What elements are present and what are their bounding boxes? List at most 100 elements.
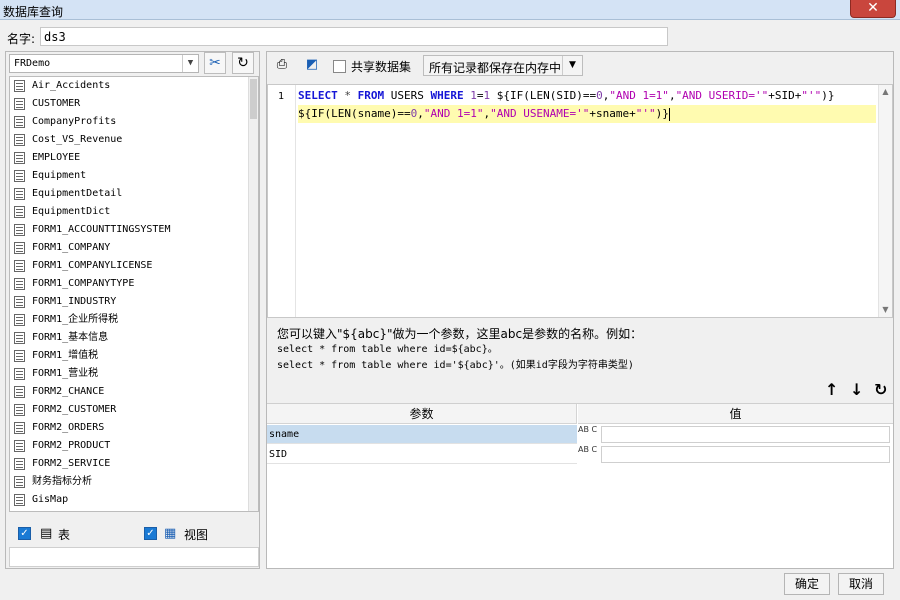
table-icon: [14, 386, 25, 398]
table-icon: [14, 458, 25, 470]
table-list-item[interactable]: GisMap: [10, 491, 258, 509]
table-icon: [14, 368, 25, 380]
table-list-item[interactable]: EquipmentDetail: [10, 185, 258, 203]
sql-line-1[interactable]: SELECT * FROM USERS WHERE 1=1 ${IF(LEN(S…: [298, 87, 876, 105]
table-icon: [14, 422, 25, 434]
window-title: 数据库查询: [3, 5, 64, 19]
chevron-down-icon[interactable]: ▼: [562, 56, 582, 75]
param-name: SID: [267, 445, 577, 464]
table-search-input[interactable]: [9, 547, 259, 567]
view-icon: ▦: [164, 526, 177, 541]
table-name: EquipmentDict: [32, 206, 111, 217]
param-row[interactable]: sname AB C: [267, 425, 893, 444]
table-list-item[interactable]: FORM2_ORDERS: [10, 419, 258, 437]
table-list-item[interactable]: EquipmentDict: [10, 203, 258, 221]
right-panel: ⎙ ◩ 共享数据集 所有记录都保存在内存中 ▼ 1 SELECT * FROM …: [266, 51, 894, 569]
param-value-input[interactable]: [601, 446, 890, 463]
query-toolbar: ⎙ ◩ 共享数据集 所有记录都保存在内存中 ▼: [267, 52, 893, 80]
table-icon: [14, 206, 25, 218]
table-list-scrollbar[interactable]: [248, 77, 258, 511]
hint-line-1: 您可以键入"${abc}"做为一个参数，这里abc是参数的名称。例如：: [277, 327, 643, 341]
preview-icon[interactable]: ⎙: [271, 55, 293, 77]
table-name: FORM2_SERVICE: [32, 458, 111, 469]
table-list-item[interactable]: FORM2_PRODUCT: [10, 437, 258, 455]
param-row[interactable]: SID AB C: [267, 445, 893, 464]
table-icon: [14, 152, 25, 164]
table-list: Air_Accidents CUSTOMER CompanyProfits Cost_…: [9, 76, 259, 512]
memory-mode-select[interactable]: 所有记录都保存在内存中 ▼: [423, 55, 583, 76]
chevron-down-icon[interactable]: ▼: [182, 55, 198, 72]
table-list-item[interactable]: FORM1_INDUSTRY: [10, 293, 258, 311]
table-list-item[interactable]: FORM1_增值税: [10, 347, 258, 365]
hint-line-2: select * from table where id=${abc}。: [277, 344, 498, 355]
line-number: 1: [278, 91, 285, 102]
name-input[interactable]: [40, 27, 668, 46]
connection-select[interactable]: FRDemo ▼: [9, 54, 199, 73]
view-filter-label: 视图: [184, 528, 209, 542]
table-list-item[interactable]: CUSTOMER: [10, 95, 258, 113]
sql-line-2[interactable]: ${IF(LEN(sname)==0,"AND 1=1","AND USENAM…: [298, 105, 876, 123]
scrollbar-thumb[interactable]: [250, 79, 257, 119]
param-name-header: 参数: [267, 404, 577, 424]
table-icon: [14, 260, 25, 272]
table-name: FORM1_营业税: [32, 368, 99, 379]
table-list-item[interactable]: Equipment: [10, 167, 258, 185]
string-type-icon[interactable]: AB C: [578, 425, 600, 444]
table-checkbox[interactable]: ✓: [18, 527, 31, 540]
close-button[interactable]: ✕: [850, 0, 896, 18]
table-name: CUSTOMER: [32, 98, 81, 109]
move-up-icon[interactable]: ↑: [825, 380, 838, 399]
table-icon: [14, 314, 25, 326]
query-settings-icon[interactable]: ◩: [301, 55, 323, 77]
table-icon: [14, 404, 25, 416]
table-list-item[interactable]: 财务指标分析: [10, 473, 258, 491]
share-dataset-checkbox[interactable]: [333, 60, 346, 73]
table-list-item[interactable]: FORM2_CUSTOMER: [10, 401, 258, 419]
table-list-item[interactable]: FORM1_COMPANYLICENSE: [10, 257, 258, 275]
editor-scrollbar[interactable]: ▲ ▼: [878, 85, 892, 317]
param-name: sname: [267, 425, 577, 444]
text-caret: [668, 107, 670, 121]
connection-settings-icon[interactable]: ✂: [204, 52, 226, 74]
param-value-input[interactable]: [601, 426, 890, 443]
table-list-item[interactable]: Air_Accidents: [10, 77, 258, 95]
ok-button[interactable]: 确定: [784, 573, 830, 595]
filter-row: ✓ ▤ 表 ✓ ▦ 视图: [16, 525, 256, 545]
table-list-item[interactable]: FORM1_企业所得税: [10, 311, 258, 329]
hint-line-3: select * from table where id='${abc}'。(如…: [277, 360, 634, 371]
param-value-header: 值: [578, 404, 893, 424]
table-list-item[interactable]: FORM1_基本信息: [10, 329, 258, 347]
table-list-item[interactable]: FORM1_营业税: [10, 365, 258, 383]
table-list-item[interactable]: FORM1_ACCOUNTTINGSYSTEM: [10, 221, 258, 239]
table-icon: [14, 134, 25, 146]
table-list-item[interactable]: FORM2_CHANCE: [10, 383, 258, 401]
line-gutter: 1: [268, 85, 296, 317]
table-icon: [14, 80, 25, 92]
table-list-item[interactable]: Cost_VS_Revenue: [10, 131, 258, 149]
left-panel: FRDemo ▼ ✂ ↻ Air_Accidents CUSTOMER Compan…: [5, 51, 260, 569]
table-name: Equipment: [32, 170, 87, 181]
sql-editor[interactable]: 1 SELECT * FROM USERS WHERE 1=1 ${IF(LEN…: [267, 84, 893, 318]
table-name: FORM1_基本信息: [32, 332, 109, 343]
table-icon: [14, 440, 25, 452]
table-list-item[interactable]: FORM1_COMPANYTYPE: [10, 275, 258, 293]
refresh-params-icon[interactable]: ↻: [874, 380, 887, 399]
scroll-down-icon[interactable]: ▼: [879, 303, 892, 317]
table-list-item[interactable]: CompanyProfits: [10, 113, 258, 131]
view-checkbox[interactable]: ✓: [144, 527, 157, 540]
table-name: CompanyProfits: [32, 116, 117, 127]
table-icon: [14, 98, 25, 110]
string-type-icon[interactable]: AB C: [578, 445, 600, 464]
table-list-item[interactable]: FORM2_SERVICE: [10, 455, 258, 473]
scroll-up-icon[interactable]: ▲: [879, 85, 892, 99]
move-down-icon[interactable]: ↓: [850, 380, 863, 399]
refresh-icon[interactable]: ↻: [232, 52, 254, 74]
cancel-button[interactable]: 取消: [838, 573, 884, 595]
parameter-hint: 您可以键入"${abc}"做为一个参数，这里abc是参数的名称。例如： sele…: [277, 326, 642, 374]
table-list-item[interactable]: FORM1_COMPANY: [10, 239, 258, 257]
table-icon: [14, 494, 25, 506]
table-list-item[interactable]: EMPLOYEE: [10, 149, 258, 167]
table-name: EquipmentDetail: [32, 188, 123, 199]
table-name: FORM1_ACCOUNTTINGSYSTEM: [32, 224, 171, 235]
table-name: FORM1_COMPANYLICENSE: [32, 260, 153, 271]
